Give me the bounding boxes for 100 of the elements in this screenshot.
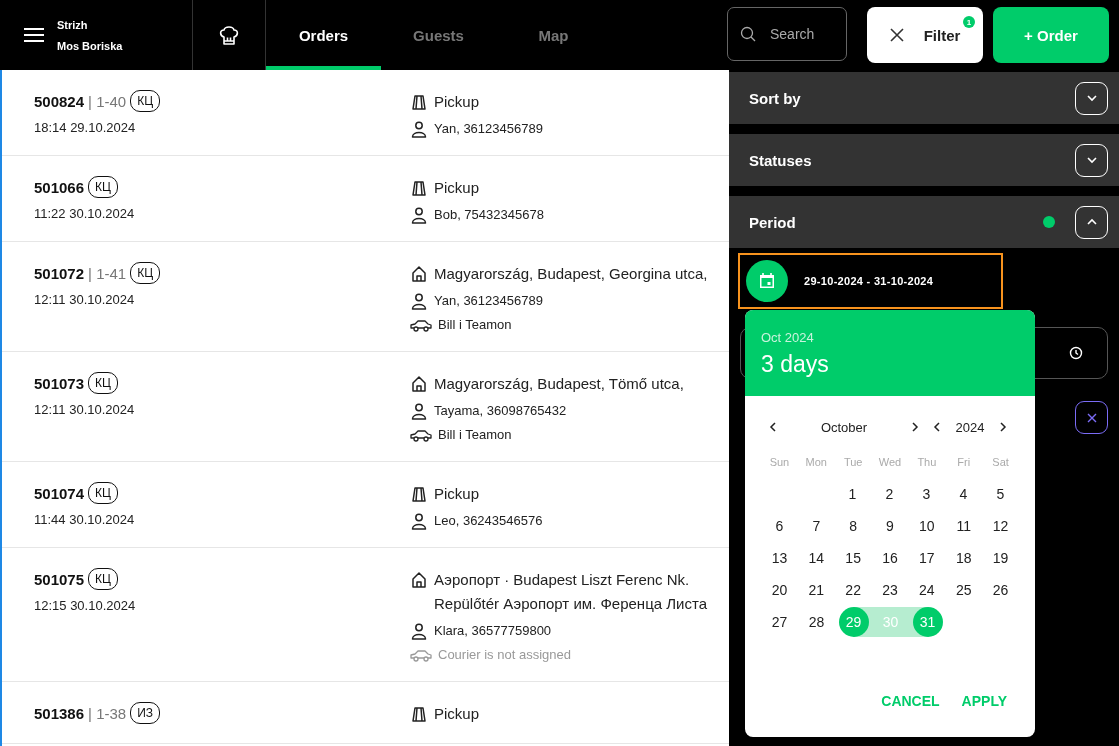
close-icon [1086, 412, 1097, 423]
car-icon [410, 428, 432, 442]
expand-toggle[interactable] [1075, 81, 1108, 115]
calendar-day[interactable]: 8 [834, 511, 872, 541]
header-range: 3 days [761, 351, 830, 378]
order-slot: | 1-40 [88, 92, 127, 110]
weekday-label: Fri [956, 456, 972, 468]
calendar-day[interactable]: 1 [834, 479, 871, 509]
calendar-day[interactable]: 28 [798, 607, 835, 637]
guest-text: Tayama, 36098765432 [434, 402, 567, 420]
chef-hat-icon[interactable] [217, 23, 241, 47]
order-row[interactable]: 501066 КЦ 11:22 30.10.2024 Pickup Bob, 75432345678 [2, 156, 729, 242]
order-number: 500824 [34, 92, 85, 110]
calendar-day[interactable]: 4 [945, 479, 982, 509]
weekday-label: Sat [991, 456, 1010, 468]
calendar-day[interactable]: 2 [871, 479, 908, 509]
guest-text: Bob, 75432345678 [434, 206, 544, 224]
calendar-day[interactable]: 3 [908, 479, 945, 509]
courier-text: Bill i Teamon [438, 316, 512, 334]
calendar-day[interactable]: 10 [908, 511, 946, 541]
month-label: October [819, 419, 869, 435]
calendar-day[interactable]: 14 [797, 543, 835, 573]
calendar-day[interactable]: 16 [871, 543, 909, 573]
courier-text: Bill i Teamon [438, 426, 512, 444]
car-icon [410, 318, 432, 332]
order-row[interactable]: 501074 КЦ 11:44 30.10.2024 Pickup Leo, 36243546576 [2, 462, 729, 548]
filter-section-header[interactable]: Sort by [729, 72, 1119, 124]
filter-section-header[interactable]: Period [729, 196, 1119, 248]
order-row[interactable]: 501386 | 1-38 ИЗ Pickup [2, 682, 729, 744]
filter-count-badge: 1 [963, 16, 975, 28]
order-row[interactable]: 500824 | 1-40 КЦ 18:14 29.10.2024 Pickup Yan, 36123456789 [2, 70, 729, 156]
restaurant-name: Mos Boriska [57, 39, 123, 52]
person-icon [410, 402, 428, 420]
filter-button[interactable]: Filter 1 [867, 7, 983, 63]
calendar-day[interactable]: 17 [908, 543, 946, 573]
person-icon [410, 512, 428, 530]
courier-text: Courier is not assigned [438, 646, 571, 664]
calendar-day[interactable]: 7 [797, 511, 835, 541]
calendar-day[interactable]: 13 [761, 543, 798, 573]
calendar-day[interactable]: 20 [761, 575, 798, 605]
calendar-day[interactable]: 27 [761, 607, 798, 637]
weekday-label: Thu [916, 456, 938, 468]
order-number: 501066 [34, 178, 85, 196]
calendar-day[interactable]: 23 [871, 575, 909, 605]
filter-section-header[interactable]: Statuses [729, 134, 1119, 186]
order-slot: | 1-38 [88, 704, 127, 722]
order-number: 501075 [34, 570, 85, 588]
weekday-label: Mon [804, 456, 828, 468]
order-number: 501073 [34, 374, 85, 392]
expand-toggle[interactable] [1075, 205, 1108, 239]
clear-button[interactable] [1075, 401, 1108, 434]
filter-label: Filter [923, 26, 961, 44]
calendar-day[interactable]: 19 [982, 543, 1019, 573]
chevron-down-icon [1085, 94, 1098, 102]
guest-text: Klara, 36577759800 [434, 622, 552, 640]
chevron-right-icon [999, 422, 1007, 432]
header-month: Oct 2024 [761, 330, 815, 345]
home-icon [410, 265, 428, 283]
order-time: 11:44 30.10.2024 [34, 512, 136, 527]
source-tag: ИЗ [130, 702, 161, 724]
calendar-day[interactable]: 6 [761, 511, 798, 541]
address-text: Magyarország, Budapest, Georgina utca, [434, 264, 708, 284]
chevron-up-icon [1085, 218, 1098, 226]
calendar-day[interactable]: 26 [982, 575, 1019, 605]
calendar-day[interactable]: 25 [945, 575, 983, 605]
order-number: 501074 [34, 484, 85, 502]
weekday-label: Sun [768, 456, 791, 468]
nav-tab[interactable]: Guests [381, 0, 496, 70]
calendar-day[interactable]: 21 [797, 575, 835, 605]
calendar-day[interactable]: 18 [945, 543, 983, 573]
order-row[interactable]: 501073 КЦ 12:11 30.10.2024 Magyarország, Budapest, Tömő utca, Tayama, 36098765432 Bill i Teamon [2, 352, 729, 462]
order-time: 11:22 30.10.2024 [34, 206, 136, 221]
search-icon [740, 26, 756, 42]
menu-icon[interactable] [23, 27, 45, 43]
expand-toggle[interactable] [1075, 143, 1108, 177]
calendar-day[interactable]: 9 [871, 511, 909, 541]
source-tag: КЦ [88, 176, 118, 198]
order-number: 501386 [34, 704, 85, 722]
source-tag: КЦ [88, 568, 118, 590]
chevron-left-icon [933, 422, 941, 432]
weekday-label: Wed [877, 456, 903, 468]
calendar-day[interactable]: 12 [982, 511, 1019, 541]
order-time: 12:15 30.10.2024 [34, 598, 137, 613]
calendar-day[interactable]: 5 [982, 479, 1019, 509]
order-time: 12:11 30.10.2024 [34, 292, 136, 307]
person-icon [410, 206, 428, 224]
year-label: 2024 [954, 419, 986, 435]
weekday-label: Tue [842, 456, 864, 468]
period-field[interactable]: 29-10-2024 - 31-10-2024 [738, 253, 1003, 309]
store-icon [410, 485, 428, 503]
calendar-day[interactable]: 11 [945, 511, 983, 541]
calendar-day[interactable]: 15 [834, 543, 872, 573]
calendar-day[interactable]: 22 [834, 575, 872, 605]
address-text: Magyarország, Budapest, Tömő utca, [434, 374, 684, 394]
search-field[interactable]: Search [727, 7, 847, 61]
order-row[interactable]: 501072 | 1-41 КЦ 12:11 30.10.2024 Magyarország, Budapest, Georgina utca, Yan, 36123456789 Bill i Teamon [2, 242, 729, 352]
nav-tab[interactable]: Map [496, 0, 611, 70]
store-icon [410, 93, 428, 111]
home-icon [410, 571, 428, 589]
calendar-day[interactable]: 24 [908, 575, 946, 605]
